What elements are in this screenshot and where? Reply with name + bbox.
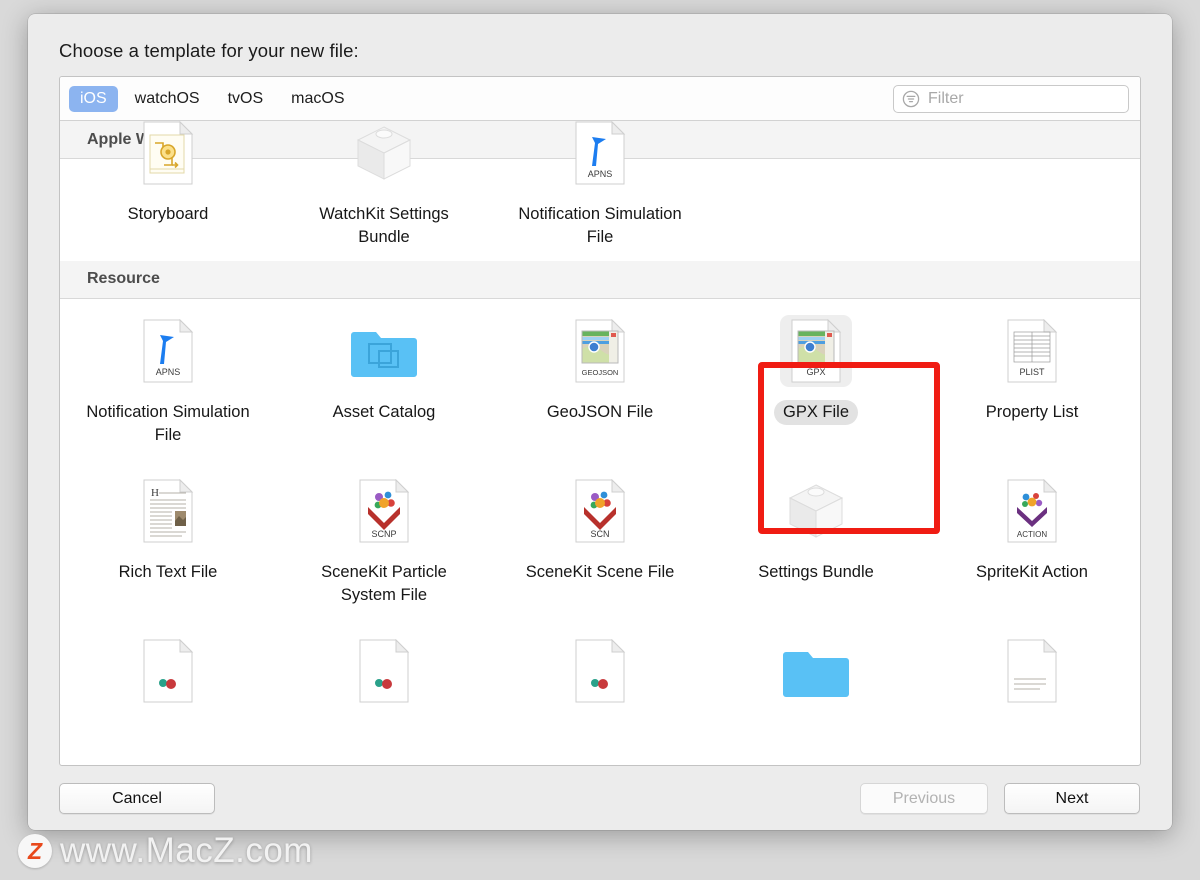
bundle-box-icon <box>356 126 412 180</box>
tab-tvos[interactable]: tvOS <box>217 86 275 112</box>
screenshot-root: Choose a template for your new file: iOS… <box>0 0 1200 880</box>
template-item-geojson-file[interactable]: GEOJSON GeoJSON File <box>492 299 708 459</box>
dialog-title: Choose a template for your new file: <box>59 40 359 61</box>
icon-wrap: H <box>132 475 204 547</box>
apns-doc-icon: APNS <box>575 121 626 185</box>
icon-wrap <box>780 635 852 707</box>
icon-wrap: PLIST <box>996 315 1068 387</box>
platform-tab-bar: iOS watchOS tvOS macOS Filter <box>60 77 1140 121</box>
icon-wrap <box>132 635 204 707</box>
asset-catalog-folder-icon <box>351 331 417 377</box>
template-item-clipped-1[interactable] <box>60 619 276 717</box>
tab-ios[interactable]: iOS <box>69 85 118 112</box>
icon-wrap: ACTION <box>996 475 1068 547</box>
generic-doc-icon <box>1007 638 1058 703</box>
icon-wrap <box>996 635 1068 707</box>
icon-wrap: GPX <box>780 314 852 387</box>
template-item-label: SceneKit Scene File <box>525 562 675 581</box>
storyboard-icon <box>143 121 194 185</box>
apns-doc-icon: APNS <box>143 318 194 383</box>
action-doc-icon: ACTION <box>1007 478 1058 543</box>
template-grid-resource: APNS Notification Simulation File Asset … <box>60 299 1140 717</box>
icon-wrap <box>348 635 420 707</box>
folder-icon <box>783 651 849 697</box>
svg-text:PLIST: PLIST <box>1019 367 1045 377</box>
template-item-label: Notification Simulation File <box>518 205 682 247</box>
template-item-clipped-5[interactable] <box>924 619 1140 717</box>
icon-wrap: SCNP <box>348 475 420 547</box>
tab-macos[interactable]: macOS <box>280 86 355 112</box>
template-item-scenekit-scene-file[interactable]: SCN SceneKit Scene File <box>492 459 708 619</box>
svg-text:GEOJSON: GEOJSON <box>582 368 619 377</box>
bundle-box-icon <box>788 484 844 538</box>
macz-logo-icon: Z <box>18 834 52 868</box>
scn-doc-icon: SCN <box>575 478 626 543</box>
section-header-resource: Resource <box>60 260 1140 299</box>
template-item-label: GeoJSON File <box>546 402 654 421</box>
filter-field[interactable]: Filter <box>893 85 1129 113</box>
filter-icon <box>902 90 920 108</box>
template-item-clipped-4[interactable] <box>708 619 924 717</box>
template-item-clipped-3[interactable] <box>492 619 708 717</box>
tab-watchos[interactable]: watchOS <box>124 86 211 112</box>
icon-wrap <box>132 117 204 189</box>
watermark-text: www.MacZ.com <box>60 831 313 870</box>
template-item-label: Rich Text File <box>118 562 218 581</box>
template-item-label: GPX File <box>773 399 859 426</box>
gpx-doc-icon: GPX <box>791 318 842 383</box>
template-item-label: WatchKit Settings Bundle <box>319 205 449 247</box>
template-item-notification-simulation-file-watch[interactable]: APNS Notification Simulation File <box>492 101 708 261</box>
template-item-label: Property List <box>985 402 1079 421</box>
watermark: Z www.MacZ.com <box>18 831 313 871</box>
icon-wrap: APNS <box>564 117 636 189</box>
template-item-rich-text-file[interactable]: H Rich Text File <box>60 459 276 619</box>
svg-text:SCN: SCN <box>590 529 609 539</box>
cancel-button[interactable]: Cancel <box>59 783 215 814</box>
scnp-doc-icon: SCNP <box>359 478 410 543</box>
svg-text:GPX: GPX <box>806 367 825 377</box>
icon-wrap <box>780 475 852 547</box>
template-item-scenekit-particle-system-file[interactable]: SCNP SceneKit Particle System File <box>276 459 492 619</box>
template-item-label: SpriteKit Action <box>976 562 1088 581</box>
icon-wrap: GEOJSON <box>564 315 636 387</box>
template-item-label: Notification Simulation File <box>86 402 250 445</box>
geojson-doc-icon: GEOJSON <box>575 318 626 383</box>
template-item-label: SceneKit Particle System File <box>321 562 447 605</box>
generic-doc-icon <box>359 638 410 703</box>
svg-text:ACTION: ACTION <box>1017 530 1047 539</box>
plist-doc-icon: PLIST <box>1007 318 1058 383</box>
template-item-watchkit-settings-bundle[interactable]: WatchKit Settings Bundle <box>276 101 492 261</box>
template-item-label: Asset Catalog <box>332 402 436 421</box>
template-item-clipped-2[interactable] <box>276 619 492 717</box>
template-item-gpx-file[interactable]: GPX GPX File <box>708 299 924 459</box>
next-button[interactable]: Next <box>1004 783 1140 814</box>
template-item-empty-a <box>708 101 924 261</box>
template-item-settings-bundle[interactable]: Settings Bundle <box>708 459 924 619</box>
icon-wrap <box>348 117 420 189</box>
template-item-property-list[interactable]: PLIST Property List <box>924 299 1140 459</box>
template-item-storyboard[interactable]: Storyboard <box>60 101 276 261</box>
generic-doc-icon <box>575 638 626 703</box>
template-item-label: Settings Bundle <box>758 562 874 581</box>
template-grid-apple-watch: Storyboard WatchKit Settings Bundle APNS… <box>60 101 1140 261</box>
template-item-asset-catalog[interactable]: Asset Catalog <box>276 299 492 459</box>
template-browser-panel: iOS watchOS tvOS macOS Filter Apple Watc… <box>59 76 1141 766</box>
svg-text:SCNP: SCNP <box>371 529 396 539</box>
icon-wrap: APNS <box>132 315 204 387</box>
new-file-template-dialog: Choose a template for your new file: iOS… <box>28 14 1172 830</box>
template-item-label: Storyboard <box>127 205 209 223</box>
template-item-notification-simulation-file[interactable]: APNS Notification Simulation File <box>60 299 276 459</box>
icon-wrap: SCN <box>564 475 636 547</box>
icon-wrap <box>564 635 636 707</box>
svg-text:H: H <box>151 487 159 499</box>
template-item-spritekit-action[interactable]: ACTION SpriteKit Action <box>924 459 1140 619</box>
generic-doc-icon <box>143 638 194 703</box>
svg-text:APNS: APNS <box>588 169 613 179</box>
svg-text:APNS: APNS <box>156 367 181 377</box>
rtf-doc-icon: H <box>143 478 194 543</box>
filter-placeholder: Filter <box>928 90 964 107</box>
icon-wrap <box>348 315 420 387</box>
previous-button[interactable]: Previous <box>860 783 988 814</box>
template-item-empty-b <box>924 101 1140 261</box>
